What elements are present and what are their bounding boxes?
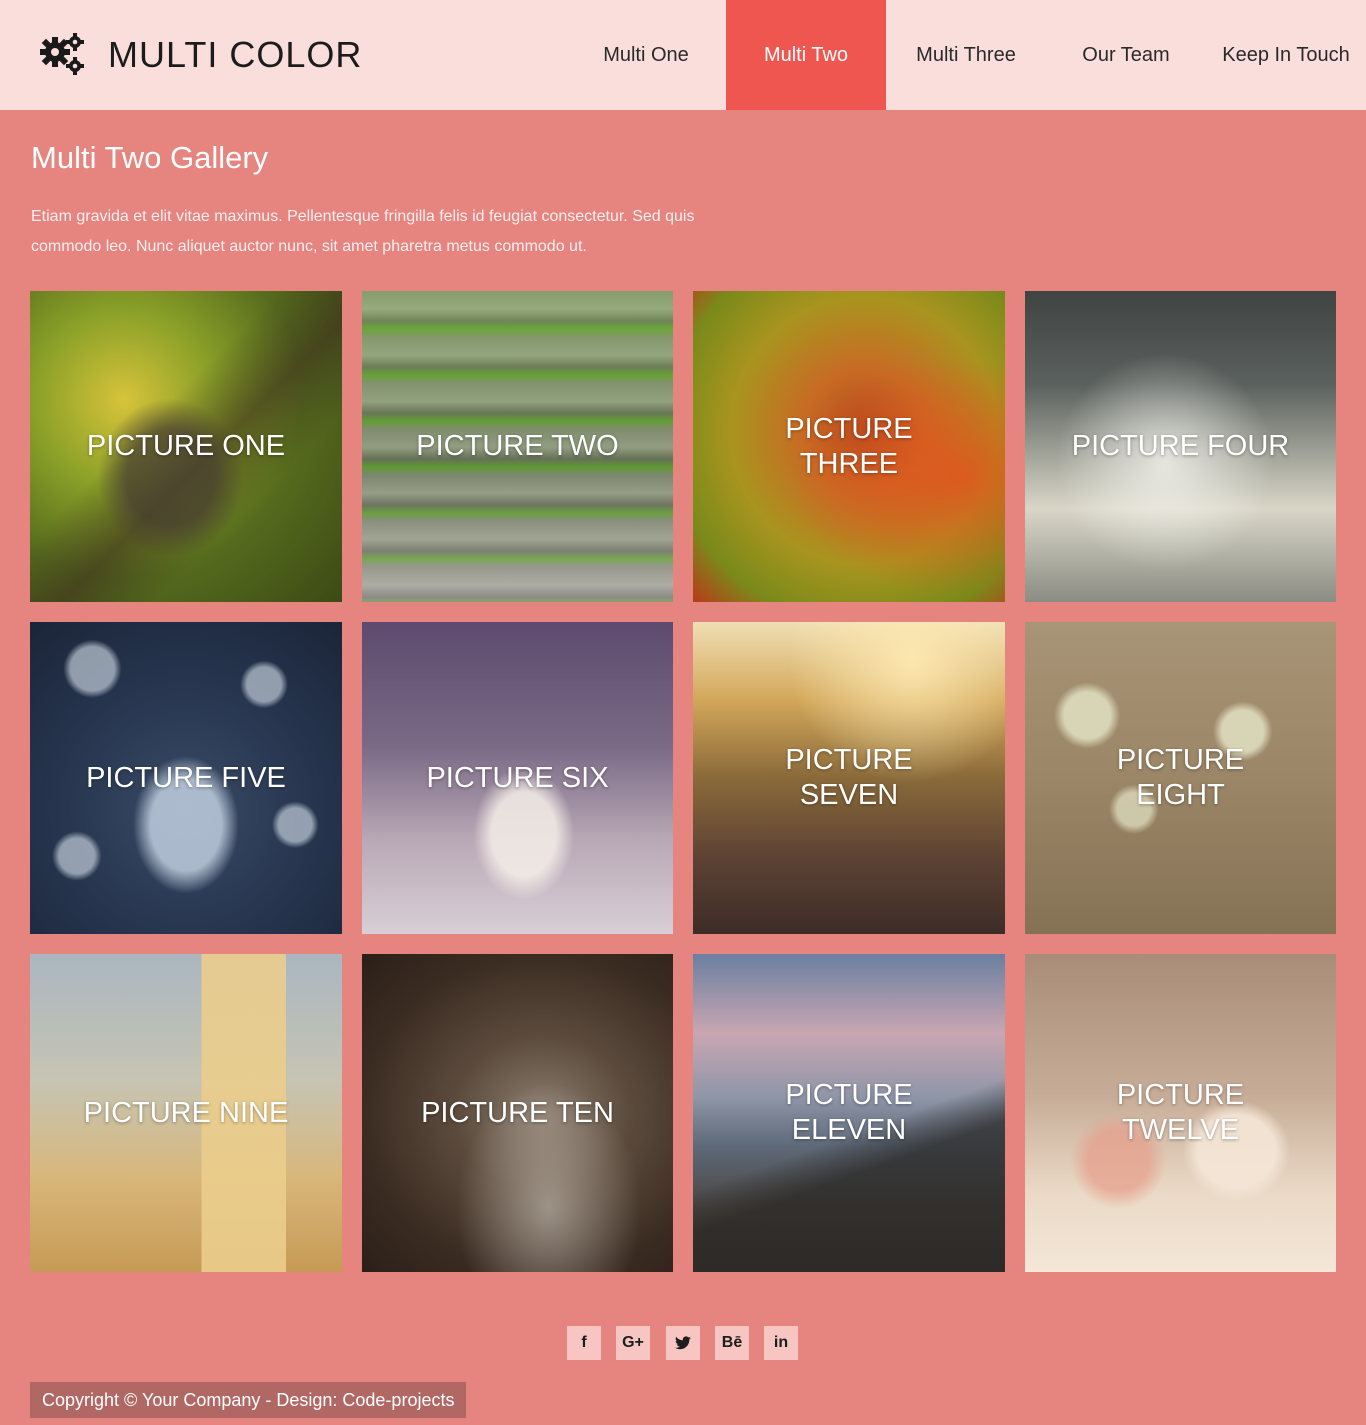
copyright-text: Copyright © Your Company - Design: Code-…: [30, 1382, 467, 1418]
gallery-tile-label: PICTURE EIGHT: [1116, 744, 1245, 811]
facebook-button[interactable]: f: [567, 1326, 601, 1360]
gallery-tile-label: PICTURE ELEVEN: [785, 1079, 913, 1146]
gallery-tile-4[interactable]: PICTURE FOUR: [1025, 291, 1336, 602]
gallery-tile-2[interactable]: PICTURE TWO: [362, 291, 673, 602]
gears-icon: [40, 33, 84, 75]
gallery-tile-label: PICTURE NINE: [83, 1096, 289, 1129]
gallery-tile-7[interactable]: PICTURE SEVEN: [693, 622, 1005, 934]
brand-title: MULTI COLOR: [108, 34, 363, 75]
nav-item-multi-two[interactable]: Multi Two: [726, 0, 886, 110]
gallery-tile-label: PICTURE SEVEN: [785, 744, 913, 811]
linkedin-button[interactable]: in: [764, 1326, 798, 1360]
facebook-icon: f: [581, 1334, 587, 1351]
nav-item-multi-three[interactable]: Multi Three: [886, 0, 1046, 110]
page-title: Multi Two Gallery: [31, 140, 269, 175]
gallery-tile-label: PICTURE THREE: [785, 412, 913, 480]
gallery-tile-3[interactable]: PICTURE THREE: [693, 291, 1005, 602]
google-plus-icon: G+: [622, 1334, 644, 1351]
gallery-tile-11[interactable]: PICTURE ELEVEN: [693, 954, 1005, 1272]
gallery-tile-label: PICTURE FIVE: [86, 761, 286, 794]
gallery-tile-9[interactable]: PICTURE NINE: [30, 954, 342, 1272]
gallery-tile-label: PICTURE ONE: [86, 430, 286, 462]
behance-button[interactable]: Bē: [715, 1326, 749, 1360]
nav-item-our-team[interactable]: Our Team: [1046, 0, 1206, 110]
gallery-tile-10[interactable]: PICTURE TEN: [362, 954, 673, 1272]
gallery-tile-label: PICTURE FOUR: [1071, 430, 1290, 462]
gallery-tile-6[interactable]: PICTURE SIX: [362, 622, 673, 934]
gallery-tile-5[interactable]: PICTURE FIVE: [30, 622, 342, 934]
behance-icon: Bē: [721, 1334, 743, 1351]
gallery-tile-12[interactable]: PICTURE TWELVE: [1025, 954, 1336, 1272]
brand[interactable]: MULTI COLOR: [38, 30, 362, 80]
twitter-button[interactable]: t: [666, 1326, 700, 1360]
gallery-tile-label: PICTURE TWO: [416, 430, 619, 462]
linkedin-icon: in: [773, 1334, 789, 1351]
site-header: MULTI COLOR Multi One Multi Two Multi Th…: [0, 0, 1366, 110]
gallery-tile-label: PICTURE TEN: [421, 1096, 614, 1129]
gallery-tile-label: PICTURE TWELVE: [1116, 1079, 1245, 1146]
gallery-tile-label: PICTURE SIX: [426, 761, 609, 794]
gallery-tile-8[interactable]: PICTURE EIGHT: [1025, 622, 1336, 934]
google-plus-button[interactable]: G+: [616, 1326, 650, 1360]
nav-item-multi-one[interactable]: Multi One: [566, 0, 726, 110]
nav-item-keep-in-touch[interactable]: Keep In Touch: [1206, 0, 1366, 110]
twitter-icon: [675, 1336, 691, 1350]
intro-text: Etiam gravida et elit vitae maximus. Pel…: [31, 208, 695, 255]
gallery-tile-1[interactable]: PICTURE ONE: [30, 291, 342, 602]
